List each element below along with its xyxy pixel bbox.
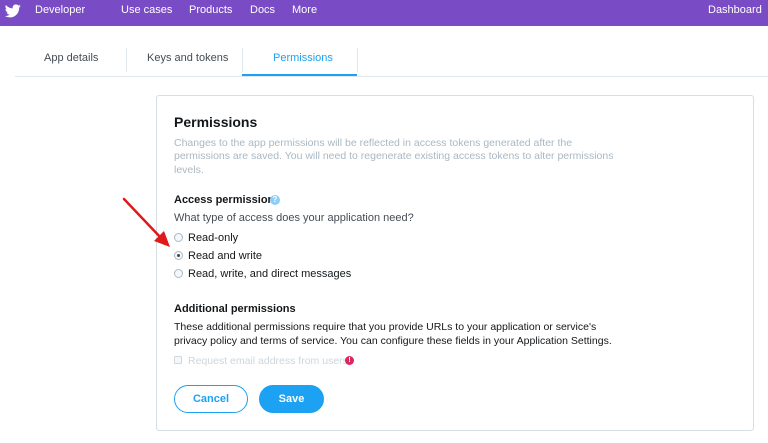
access-question: What type of access does your applicatio… bbox=[174, 212, 414, 224]
radio-label[interactable]: Read, write, and direct messages bbox=[188, 268, 351, 280]
tab-app-details[interactable]: App details bbox=[44, 52, 98, 64]
radio-button-selected[interactable] bbox=[174, 251, 183, 260]
red-arrow-annotation bbox=[122, 197, 170, 247]
save-button[interactable]: Save bbox=[259, 385, 324, 413]
request-email-label: Request email address from users bbox=[188, 355, 348, 367]
request-email-checkbox bbox=[174, 356, 182, 364]
radio-label[interactable]: Read-only bbox=[188, 232, 238, 244]
permissions-description: Changes to the app permissions will be r… bbox=[174, 137, 614, 176]
tab-divider bbox=[357, 48, 358, 72]
top-nav-bar: Developer Use cases Products Docs More D… bbox=[0, 0, 768, 26]
warning-icon[interactable]: ! bbox=[345, 356, 354, 365]
access-permission-heading: Access permission bbox=[174, 194, 275, 206]
nav-more[interactable]: More bbox=[292, 4, 317, 16]
tab-divider bbox=[242, 48, 243, 72]
nav-dashboard[interactable]: Dashboard bbox=[708, 4, 762, 16]
nav-docs[interactable]: Docs bbox=[250, 4, 275, 16]
active-tab-indicator bbox=[242, 74, 357, 76]
nav-use-cases[interactable]: Use cases bbox=[121, 4, 172, 16]
tab-keys-and-tokens[interactable]: Keys and tokens bbox=[147, 52, 228, 64]
help-icon[interactable]: ? bbox=[270, 195, 280, 205]
radio-label[interactable]: Read and write bbox=[188, 250, 262, 262]
additional-permissions-text: These additional permissions require tha… bbox=[174, 321, 612, 347]
nav-products[interactable]: Products bbox=[189, 4, 232, 16]
tab-divider bbox=[126, 48, 127, 72]
cancel-button[interactable]: Cancel bbox=[174, 385, 248, 413]
twitter-bird-icon[interactable] bbox=[5, 4, 21, 18]
tabs-baseline bbox=[15, 76, 768, 77]
permissions-title: Permissions bbox=[174, 114, 258, 130]
radio-button[interactable] bbox=[174, 269, 183, 278]
tab-permissions[interactable]: Permissions bbox=[273, 52, 333, 64]
nav-developer-link[interactable]: Developer bbox=[35, 4, 85, 16]
additional-permissions-heading: Additional permissions bbox=[174, 303, 296, 315]
radio-button[interactable] bbox=[174, 233, 183, 242]
